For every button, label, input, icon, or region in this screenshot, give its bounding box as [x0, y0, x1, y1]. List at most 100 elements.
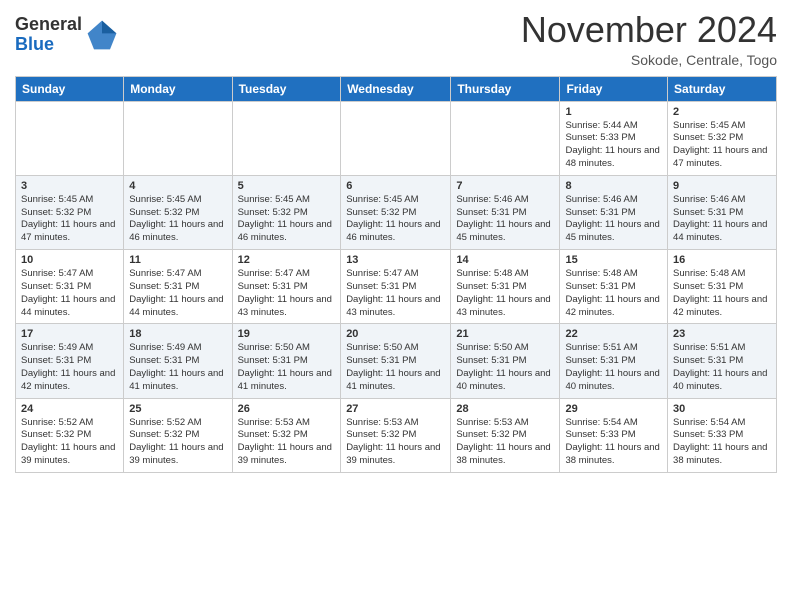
day-info: Sunrise: 5:50 AMSunset: 5:31 PMDaylight:…: [346, 342, 445, 393]
day-info: Sunrise: 5:49 AMSunset: 5:31 PMDaylight:…: [129, 342, 226, 393]
header: General Blue November 2024 Sokode, Centr…: [15, 10, 777, 68]
day-info: Sunrise: 5:47 AMSunset: 5:31 PMDaylight:…: [346, 268, 445, 319]
day-info: Sunrise: 5:53 AMSunset: 5:32 PMDaylight:…: [238, 417, 336, 468]
day-info: Sunrise: 5:54 AMSunset: 5:33 PMDaylight:…: [565, 417, 662, 468]
day-number: 13: [346, 254, 445, 266]
week-row-5: 24 Sunrise: 5:52 AMSunset: 5:32 PMDayligh…: [16, 398, 777, 472]
day-number: 20: [346, 328, 445, 340]
day-number: 4: [129, 180, 226, 192]
day-number: 15: [565, 254, 662, 266]
day-info: Sunrise: 5:46 AMSunset: 5:31 PMDaylight:…: [456, 194, 554, 245]
day-info: Sunrise: 5:47 AMSunset: 5:31 PMDaylight:…: [238, 268, 336, 319]
day-number: 10: [21, 254, 118, 266]
calendar-cell: 19Sunrise: 5:50 AMSunset: 5:31 PMDayligh…: [232, 324, 341, 398]
day-number: 11: [129, 254, 226, 266]
week-row-2: 3 Sunrise: 5:45 AMSunset: 5:32 PMDaylight…: [16, 175, 777, 249]
day-number: 3: [21, 180, 118, 192]
calendar-cell: [341, 101, 451, 175]
day-number: 9: [673, 180, 771, 192]
day-info: Sunrise: 5:52 AMSunset: 5:32 PMDaylight:…: [21, 417, 118, 468]
day-info: Sunrise: 5:45 AMSunset: 5:32 PMDaylight:…: [21, 194, 118, 245]
week-row-3: 10 Sunrise: 5:47 AMSunset: 5:31 PMDayligh…: [16, 250, 777, 324]
calendar-cell: [16, 101, 124, 175]
day-number: 1: [565, 106, 662, 118]
calendar-cell: 11 Sunrise: 5:47 AMSunset: 5:31 PMDayligh…: [124, 250, 232, 324]
day-info: Sunrise: 5:49 AMSunset: 5:31 PMDaylight:…: [21, 342, 118, 393]
calendar-cell: 10Sunrise: 5:47 AMSunset: 5:31 PMDayligh…: [16, 250, 124, 324]
day-number: 18: [129, 328, 226, 340]
day-number: 27: [346, 403, 445, 415]
day-info: Sunrise: 5:51 AMSunset: 5:31 PMDaylight:…: [673, 342, 771, 393]
calendar-cell: 14Sunrise: 5:48 AMSunset: 5:31 PMDayligh…: [451, 250, 560, 324]
col-header-tuesday: Tuesday: [232, 76, 341, 101]
calendar-cell: 18 Sunrise: 5:49 AMSunset: 5:31 PMDayligh…: [124, 324, 232, 398]
day-number: 22: [565, 328, 662, 340]
week-row-4: 17 Sunrise: 5:49 AMSunset: 5:31 PMDayligh…: [16, 324, 777, 398]
day-info: Sunrise: 5:48 AMSunset: 5:31 PMDaylight:…: [673, 268, 771, 319]
calendar-cell: [232, 101, 341, 175]
calendar-cell: 9Sunrise: 5:46 AMSunset: 5:31 PMDaylight…: [668, 175, 777, 249]
day-info: Sunrise: 5:45 AMSunset: 5:32 PMDaylight:…: [129, 194, 226, 245]
day-info: Sunrise: 5:45 AMSunset: 5:32 PMDaylight:…: [673, 120, 771, 171]
day-info: Sunrise: 5:44 AMSunset: 5:33 PMDaylight:…: [565, 120, 662, 171]
day-info: Sunrise: 5:45 AMSunset: 5:32 PMDaylight:…: [346, 194, 445, 245]
month-title: November 2024: [521, 10, 777, 50]
day-number: 8: [565, 180, 662, 192]
day-number: 28: [456, 403, 554, 415]
calendar-cell: 27 Sunrise: 5:53 AMSunset: 5:32 PMDayligh…: [341, 398, 451, 472]
logo-text: General Blue: [15, 15, 82, 55]
calendar-cell: 1 Sunrise: 5:44 AMSunset: 5:33 PMDaylight…: [560, 101, 668, 175]
day-info: Sunrise: 5:47 AMSunset: 5:31 PMDaylight:…: [129, 268, 226, 319]
day-number: 6: [346, 180, 445, 192]
day-number: 12: [238, 254, 336, 266]
calendar-cell: 3 Sunrise: 5:45 AMSunset: 5:32 PMDaylight…: [16, 175, 124, 249]
calendar-cell: [451, 101, 560, 175]
col-header-thursday: Thursday: [451, 76, 560, 101]
calendar-cell: 29 Sunrise: 5:54 AMSunset: 5:33 PMDayligh…: [560, 398, 668, 472]
day-info: Sunrise: 5:48 AMSunset: 5:31 PMDaylight:…: [565, 268, 662, 319]
week-row-1: 1 Sunrise: 5:44 AMSunset: 5:33 PMDaylight…: [16, 101, 777, 175]
day-info: Sunrise: 5:54 AMSunset: 5:33 PMDaylight:…: [673, 417, 771, 468]
calendar-cell: 15 Sunrise: 5:48 AMSunset: 5:31 PMDayligh…: [560, 250, 668, 324]
calendar-cell: 24 Sunrise: 5:52 AMSunset: 5:32 PMDayligh…: [16, 398, 124, 472]
logo-icon: [86, 19, 118, 51]
day-number: 24: [21, 403, 118, 415]
calendar-cell: 25 Sunrise: 5:52 AMSunset: 5:32 PMDayligh…: [124, 398, 232, 472]
logo-general: General: [15, 15, 82, 35]
day-info: Sunrise: 5:50 AMSunset: 5:31 PMDaylight:…: [238, 342, 336, 393]
day-info: Sunrise: 5:53 AMSunset: 5:32 PMDaylight:…: [456, 417, 554, 468]
calendar-cell: [124, 101, 232, 175]
day-number: 16: [673, 254, 771, 266]
day-number: 17: [21, 328, 118, 340]
calendar-cell: 20 Sunrise: 5:50 AMSunset: 5:31 PMDayligh…: [341, 324, 451, 398]
day-number: 25: [129, 403, 226, 415]
logo-blue: Blue: [15, 35, 82, 55]
day-number: 21: [456, 328, 554, 340]
day-info: Sunrise: 5:45 AMSunset: 5:32 PMDaylight:…: [238, 194, 336, 245]
calendar-cell: 28 Sunrise: 5:53 AMSunset: 5:32 PMDayligh…: [451, 398, 560, 472]
location: Sokode, Centrale, Togo: [521, 52, 777, 68]
col-header-monday: Monday: [124, 76, 232, 101]
logo: General Blue: [15, 15, 118, 55]
calendar-cell: 23Sunrise: 5:51 AMSunset: 5:31 PMDayligh…: [668, 324, 777, 398]
day-info: Sunrise: 5:48 AMSunset: 5:31 PMDaylight:…: [456, 268, 554, 319]
calendar-cell: 30Sunrise: 5:54 AMSunset: 5:33 PMDayligh…: [668, 398, 777, 472]
col-header-sunday: Sunday: [16, 76, 124, 101]
calendar-cell: 13 Sunrise: 5:47 AMSunset: 5:31 PMDayligh…: [341, 250, 451, 324]
day-info: Sunrise: 5:52 AMSunset: 5:32 PMDaylight:…: [129, 417, 226, 468]
col-header-friday: Friday: [560, 76, 668, 101]
day-info: Sunrise: 5:51 AMSunset: 5:31 PMDaylight:…: [565, 342, 662, 393]
day-number: 2: [673, 106, 771, 118]
calendar: SundayMondayTuesdayWednesdayThursdayFrid…: [15, 76, 777, 473]
calendar-cell: 4 Sunrise: 5:45 AMSunset: 5:32 PMDaylight…: [124, 175, 232, 249]
calendar-cell: 5Sunrise: 5:45 AMSunset: 5:32 PMDaylight…: [232, 175, 341, 249]
header-row: SundayMondayTuesdayWednesdayThursdayFrid…: [16, 76, 777, 101]
page: General Blue November 2024 Sokode, Centr…: [0, 0, 792, 488]
calendar-cell: 16 Sunrise: 5:48 AMSunset: 5:31 PMDayligh…: [668, 250, 777, 324]
calendar-cell: 26Sunrise: 5:53 AMSunset: 5:32 PMDayligh…: [232, 398, 341, 472]
day-number: 29: [565, 403, 662, 415]
day-number: 7: [456, 180, 554, 192]
day-info: Sunrise: 5:53 AMSunset: 5:32 PMDaylight:…: [346, 417, 445, 468]
calendar-cell: 17 Sunrise: 5:49 AMSunset: 5:31 PMDayligh…: [16, 324, 124, 398]
calendar-cell: 12 Sunrise: 5:47 AMSunset: 5:31 PMDayligh…: [232, 250, 341, 324]
